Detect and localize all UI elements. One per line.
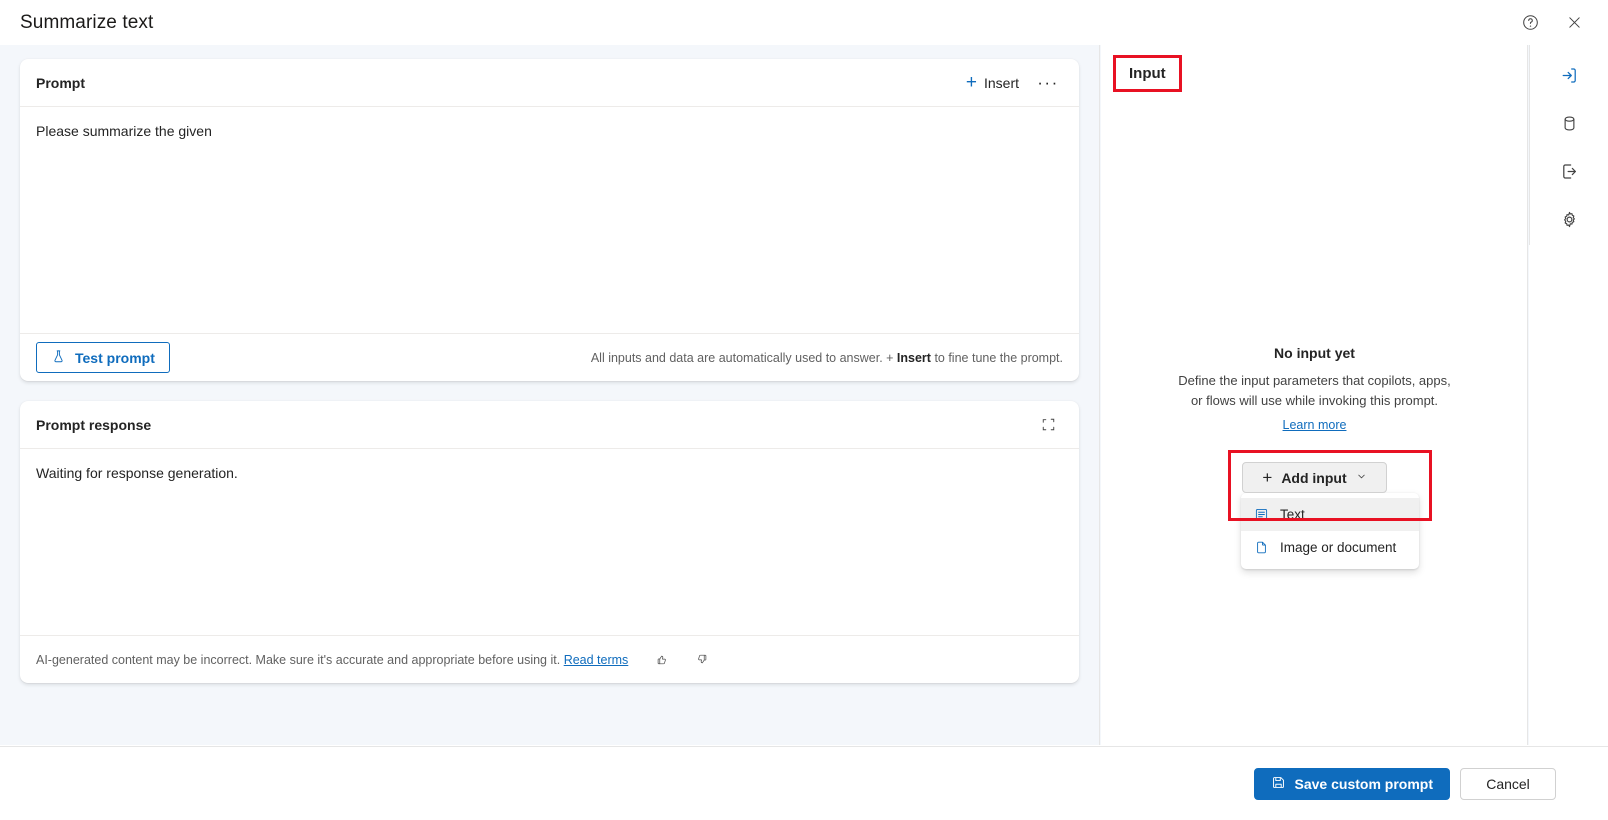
rail-inner — [1529, 45, 1608, 245]
add-input-button[interactable]: + Add input — [1242, 462, 1387, 493]
insert-button[interactable]: + Insert — [958, 68, 1027, 98]
more-options-icon[interactable]: ··· — [1033, 68, 1063, 98]
input-header-wrap: Input — [1113, 55, 1182, 92]
input-empty-state: No input yet Define the input parameters… — [1101, 345, 1528, 434]
test-prompt-button[interactable]: Test prompt — [36, 342, 170, 373]
hint-suffix: to fine tune the prompt. — [930, 350, 1063, 365]
empty-desc-line-2: or flows will use while invoking this pr… — [1190, 393, 1439, 408]
response-card-actions — [1033, 410, 1063, 440]
hint-prefix: All inputs and data are automatically us… — [590, 350, 897, 365]
insert-button-label: Insert — [983, 74, 1019, 91]
document-icon — [1253, 539, 1270, 556]
empty-state-title: No input yet — [1274, 345, 1355, 361]
plus-icon: + — [1262, 468, 1273, 487]
input-panel: Input No input yet Define the input para… — [1101, 45, 1528, 745]
database-icon[interactable] — [1546, 101, 1592, 145]
add-input-label: Add input — [1281, 469, 1347, 486]
empty-state-description: Define the input parameters that copilot… — [1101, 371, 1528, 411]
cancel-button[interactable]: Cancel — [1460, 767, 1556, 800]
thumbs-up-icon[interactable] — [650, 648, 674, 672]
input-header-highlight: Input — [1113, 55, 1182, 92]
app-root: Summarize text Prompt + Insert ··· Pleas… — [0, 0, 1608, 820]
response-card-footer: AI-generated content may be incorrect. M… — [20, 635, 1079, 683]
input-panel-title: Input — [1129, 65, 1166, 82]
close-icon[interactable] — [1558, 7, 1590, 39]
menu-item-text[interactable]: Text — [1241, 498, 1419, 531]
prompt-textarea[interactable]: Please summarize the given — [20, 107, 1079, 335]
window-titlebar: Summarize text — [0, 0, 1608, 45]
help-circle-icon[interactable] — [1514, 7, 1546, 39]
learn-more-link[interactable]: Learn more — [1283, 418, 1347, 432]
response-text: Waiting for response generation. — [36, 465, 238, 481]
input-icon[interactable] — [1546, 53, 1592, 97]
prompt-card: Prompt + Insert ··· Please summarize the… — [20, 59, 1079, 381]
test-prompt-label: Test prompt — [75, 349, 155, 366]
prompt-card-header: Prompt + Insert ··· — [20, 59, 1079, 107]
save-custom-prompt-button[interactable]: Save custom prompt — [1253, 767, 1450, 800]
prompt-card-title: Prompt — [36, 74, 85, 91]
expand-icon[interactable] — [1033, 410, 1063, 440]
save-custom-prompt-label: Save custom prompt — [1294, 775, 1433, 792]
chevron-down-icon — [1356, 471, 1367, 485]
right-icon-rail — [1529, 45, 1608, 745]
prompt-response-card: Prompt response Waiting for response gen… — [20, 401, 1079, 683]
dialog-footer: Save custom prompt Cancel — [0, 746, 1608, 820]
empty-desc-line-1: Define the input parameters that copilot… — [1178, 373, 1451, 388]
response-card-header: Prompt response — [20, 401, 1079, 449]
response-card-title: Prompt response — [36, 416, 152, 433]
prompt-card-actions: + Insert ··· — [958, 68, 1063, 98]
hint-insert-word: Insert — [896, 350, 931, 365]
prompt-footer-hint: All inputs and data are automatically us… — [591, 351, 1063, 365]
titlebar-actions — [1514, 7, 1590, 39]
output-icon[interactable] — [1546, 149, 1592, 193]
settings-gear-icon[interactable] — [1546, 197, 1592, 241]
text-lines-icon — [1253, 506, 1270, 523]
page-title: Summarize text — [20, 11, 154, 33]
menu-item-image-label: Image or document — [1280, 540, 1397, 555]
plus-icon: + — [965, 72, 977, 93]
prompt-editor-pane: Prompt + Insert ··· Please summarize the… — [0, 45, 1100, 745]
thumbs-down-icon[interactable] — [690, 648, 714, 672]
save-disk-icon — [1271, 775, 1286, 793]
feedback-controls — [650, 648, 714, 672]
menu-item-text-label: Text — [1280, 507, 1305, 522]
disclaimer-text: AI-generated content may be incorrect. M… — [36, 652, 564, 667]
read-terms-link[interactable]: Read terms — [564, 653, 629, 667]
menu-item-image-or-document[interactable]: Image or document — [1241, 531, 1419, 564]
flask-icon — [51, 349, 66, 367]
dialog-body: Prompt + Insert ··· Please summarize the… — [0, 45, 1608, 745]
add-input-dropdown-menu: Text Image or document — [1241, 493, 1419, 569]
prompt-card-footer: Test prompt All inputs and data are auto… — [20, 333, 1079, 381]
ai-disclaimer: AI-generated content may be incorrect. M… — [36, 653, 628, 667]
